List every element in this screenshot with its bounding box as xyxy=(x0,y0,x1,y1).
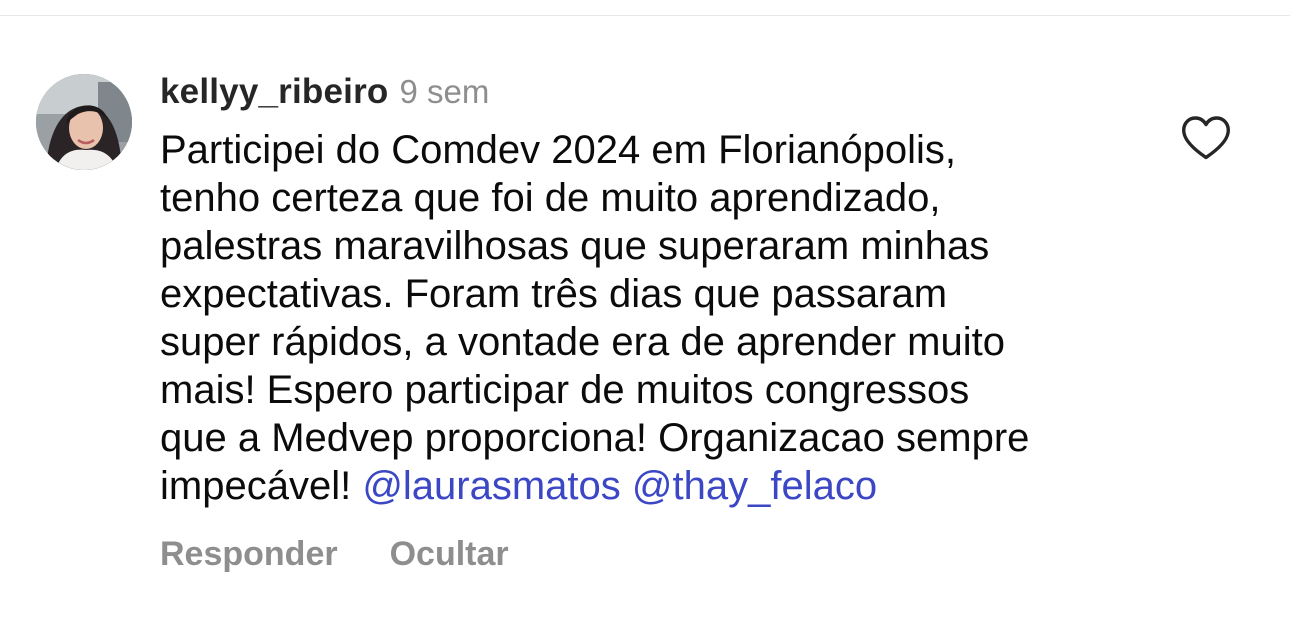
heart-outline-icon[interactable] xyxy=(1180,114,1232,162)
avatar[interactable] xyxy=(36,74,132,170)
comment: kellyy_ribeiro 9 sem Participei do Comde… xyxy=(0,0,1290,620)
username[interactable]: kellyy_ribeiro xyxy=(160,72,389,112)
comment-header: kellyy_ribeiro 9 sem xyxy=(160,68,489,116)
comment-text-line: expectativas. Foram três dias que passar… xyxy=(160,272,948,316)
comment-text-line: impecável! xyxy=(160,464,363,508)
avatar-image xyxy=(36,74,132,170)
comment-text-line: tenho certeza que foi de muito aprendiza… xyxy=(160,176,941,220)
comment-text-line: super rápidos, a vontade era de aprender… xyxy=(160,320,1005,364)
comment-text-line: palestras maravilhosas que superaram min… xyxy=(160,224,990,268)
comment-text-line: Participei do Comdev 2024 em Florianópol… xyxy=(160,128,956,172)
mention-link[interactable]: @laurasmatos xyxy=(362,464,620,508)
hide-button[interactable]: Ocultar xyxy=(390,535,509,574)
comment-text-line: mais! Espero participar de muitos congre… xyxy=(160,368,970,412)
comment-text-line: que a Medvep proporciona! Organizacao se… xyxy=(160,416,1030,460)
comment-actions: Responder Ocultar xyxy=(160,530,509,578)
timestamp: 9 sem xyxy=(399,73,490,110)
reply-button[interactable]: Responder xyxy=(160,535,338,574)
mention-link[interactable]: @thay_felaco xyxy=(632,464,877,508)
comment-text: Participei do Comdev 2024 em Florianópol… xyxy=(160,126,1150,510)
